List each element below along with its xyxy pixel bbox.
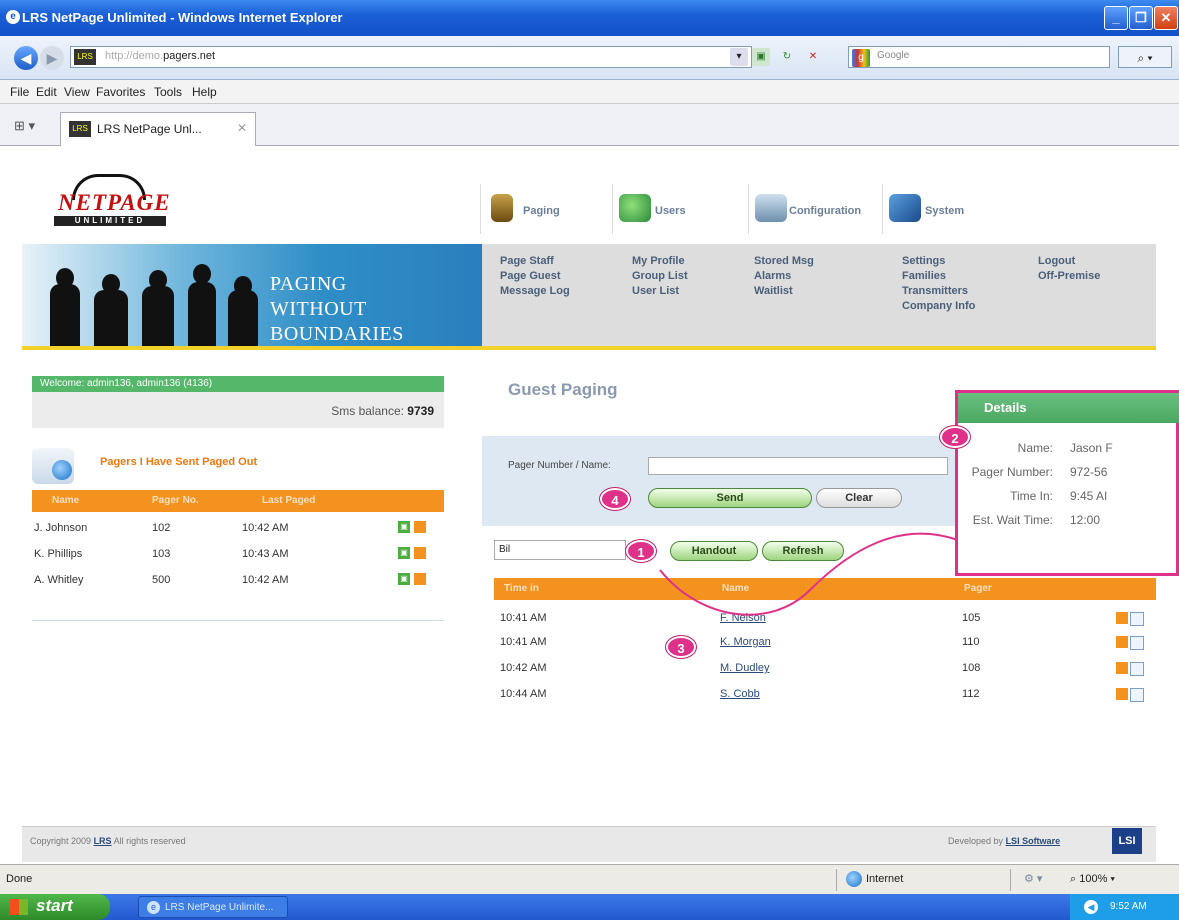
- details-title: Details: [958, 393, 1179, 423]
- taskbar-item-ie[interactable]: e LRS NetPage Unlimite...: [138, 896, 288, 918]
- windows-logo-icon: [10, 899, 28, 915]
- callout-badge-3: 3: [666, 636, 696, 658]
- callout-badge-4: 4: [600, 488, 630, 510]
- detail-pager-number: Pager Number: 972-56: [971, 465, 1108, 479]
- status-text: Done: [6, 873, 33, 885]
- zoom-level[interactable]: ⌕ 100% ▾: [1070, 873, 1115, 886]
- callout-badge-2: 2: [940, 426, 970, 448]
- developer-credit: Developed by LSI Software: [948, 836, 1061, 846]
- volume-icon[interactable]: ◀: [1084, 900, 1098, 914]
- system-tray: ◀ 9:52 AM: [1070, 894, 1179, 920]
- details-popup: Details Name: Jason F Pager Number: 972-…: [955, 390, 1179, 576]
- lsi-link[interactable]: LSI Software: [1006, 836, 1061, 846]
- copyright-text: Copyright 2009 LRS All rights reserved: [30, 836, 186, 846]
- taskbar: start e LRS NetPage Unlimite... ◀ 9:52 A…: [0, 894, 1179, 920]
- detail-wait-time: Est. Wait Time: 12:00: [972, 513, 1101, 527]
- protected-mode-icon[interactable]: ⚙ ▾: [1024, 872, 1042, 885]
- detail-time-in: Time In: 9:45 AI: [1010, 489, 1108, 503]
- clock: 9:52 AM: [1110, 901, 1147, 912]
- divider: [1010, 869, 1011, 891]
- divider: [836, 869, 837, 891]
- ie-icon: e: [147, 901, 160, 914]
- security-zone: Internet: [866, 873, 904, 885]
- start-button[interactable]: start: [0, 894, 110, 920]
- lsi-logo: LSI: [1112, 828, 1142, 854]
- callout-badge-1: 1: [626, 540, 656, 562]
- internet-zone-icon: [846, 871, 862, 887]
- status-bar: Done Internet ⚙ ▾ ⌕ 100% ▾: [0, 864, 1179, 894]
- lrs-link[interactable]: LRS: [94, 836, 112, 846]
- detail-name: Name: Jason F: [1017, 441, 1113, 455]
